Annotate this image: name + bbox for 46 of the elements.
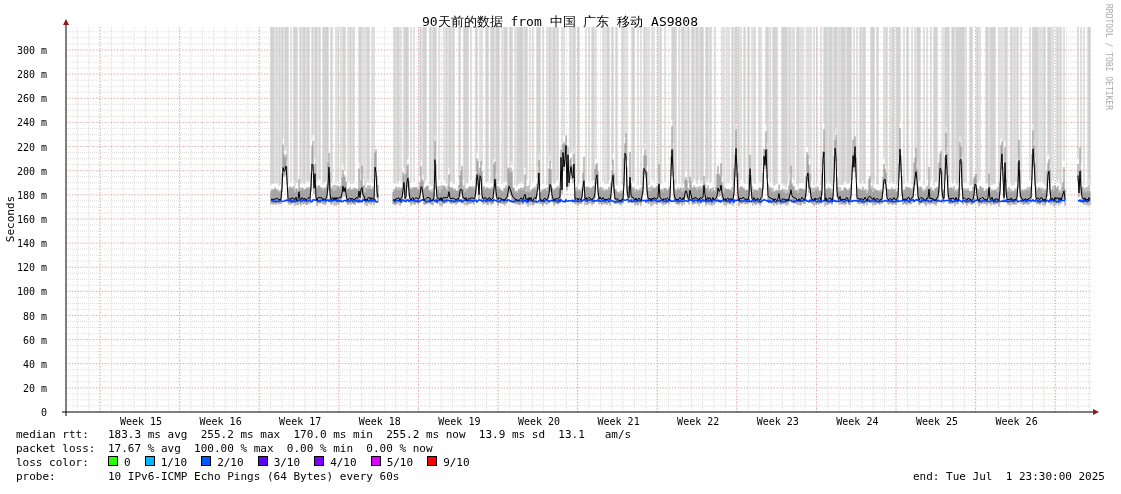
axis-tick-label: Week 19 bbox=[438, 416, 481, 427]
axis-tick-label: Week 16 bbox=[199, 416, 242, 427]
axis-tick-label: Week 25 bbox=[915, 416, 959, 427]
axis-tick-label: 80 m bbox=[22, 310, 47, 322]
legend-label: loss color: bbox=[16, 456, 90, 470]
legend-label: median rtt: bbox=[16, 428, 90, 442]
axis-tick-label: 140 m bbox=[16, 238, 47, 250]
axis-tick-label: 180 m bbox=[16, 189, 47, 201]
axis-tick-label: Week 22 bbox=[677, 416, 720, 427]
axis-tick-label: Week 18 bbox=[358, 416, 401, 427]
legend-item-label: 3/10 bbox=[273, 456, 301, 470]
legend-label: probe: bbox=[16, 470, 57, 484]
axis-tick-label: Week 24 bbox=[836, 416, 879, 427]
axis-tick-label: 240 m bbox=[16, 117, 47, 129]
axis-tick-label: 300 m bbox=[16, 45, 47, 56]
axis-tick-label: Week 26 bbox=[995, 416, 1038, 427]
axis-tick-label: 260 m bbox=[16, 93, 47, 105]
end-time-text: end: Tue Jul 1 23:30:00 2025 bbox=[912, 470, 1105, 484]
axis-tick-label: 120 m bbox=[16, 262, 47, 274]
credit-text: RRDTOOL / TOBI OETIKER bbox=[1103, 4, 1113, 110]
axis-title: Seconds bbox=[4, 195, 17, 243]
axis-tick-label: 220 m bbox=[16, 141, 47, 153]
axis-tick-label: Week 23 bbox=[756, 416, 799, 427]
graph-title: 90天前的数据 from 中国 广东 移动 AS9808 bbox=[421, 14, 699, 29]
legend-value: 17.67 % avg 100.00 % max 0.00 % min 0.00 % now bbox=[108, 442, 433, 456]
axis-tick-label: 0 bbox=[40, 407, 47, 418]
axis-tick-label: 40 m bbox=[22, 358, 47, 370]
axis-tick-label: 160 m bbox=[16, 213, 47, 225]
legend-item-label: 1/10 bbox=[160, 456, 188, 470]
axis-tick-label: Week 20 bbox=[517, 416, 561, 427]
axis-tick-label: 100 m bbox=[16, 286, 47, 298]
legend-value: 10 IPv6-ICMP Echo Pings (64 Bytes) every 60s bbox=[108, 470, 400, 484]
legend-item-label: 4/10 bbox=[330, 456, 357, 470]
legend-item-label: 0 bbox=[124, 456, 131, 470]
legend-item-label: 5/10 bbox=[386, 456, 414, 470]
axis-tick-label: 200 m bbox=[16, 165, 47, 177]
axis-tick-label: 20 m bbox=[22, 382, 47, 394]
legend-item-label: 2/10 bbox=[217, 456, 244, 470]
axis-tick-label: Week 21 bbox=[597, 416, 640, 427]
legend-label: packet loss: bbox=[16, 442, 97, 456]
axis-tick-label: 280 m bbox=[16, 69, 47, 81]
axis-tick-label: Week 17 bbox=[279, 416, 322, 427]
legend-value: 183.3 ms avg 255.2 ms max 170.0 ms min 255.2 ms now 13.9 ms sd 13.1 am/s bbox=[108, 428, 632, 442]
axis-tick-label: Week 15 bbox=[119, 416, 163, 427]
legend-item-label: 9/10 bbox=[443, 456, 470, 470]
axis-tick-label: 60 m bbox=[22, 334, 47, 346]
